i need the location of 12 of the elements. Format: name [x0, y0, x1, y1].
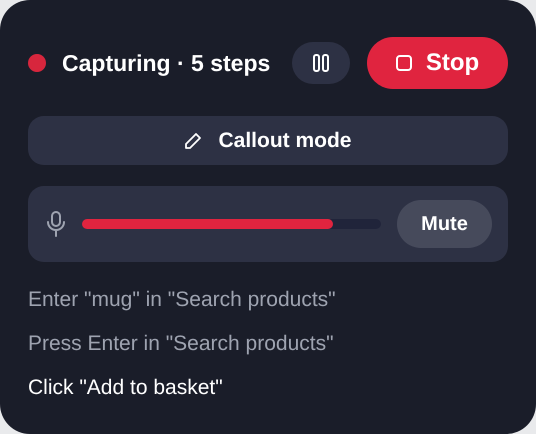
pause-button[interactable]: [292, 42, 350, 84]
microphone-icon: [46, 211, 66, 237]
pencil-icon: [184, 132, 202, 150]
step-text: Click "Add to basket": [28, 376, 224, 400]
step-text: Enter "mug" in "Search products": [28, 288, 337, 312]
callout-mode-button[interactable]: Callout mode: [28, 116, 508, 165]
pause-icon: [313, 54, 329, 72]
capture-status: Capturing · 5 steps: [62, 49, 272, 78]
mute-button[interactable]: Mute: [397, 200, 492, 248]
step-text: Press Enter in "Search products": [28, 332, 335, 356]
stop-button[interactable]: Stop: [367, 37, 508, 89]
stop-icon: [396, 55, 412, 71]
